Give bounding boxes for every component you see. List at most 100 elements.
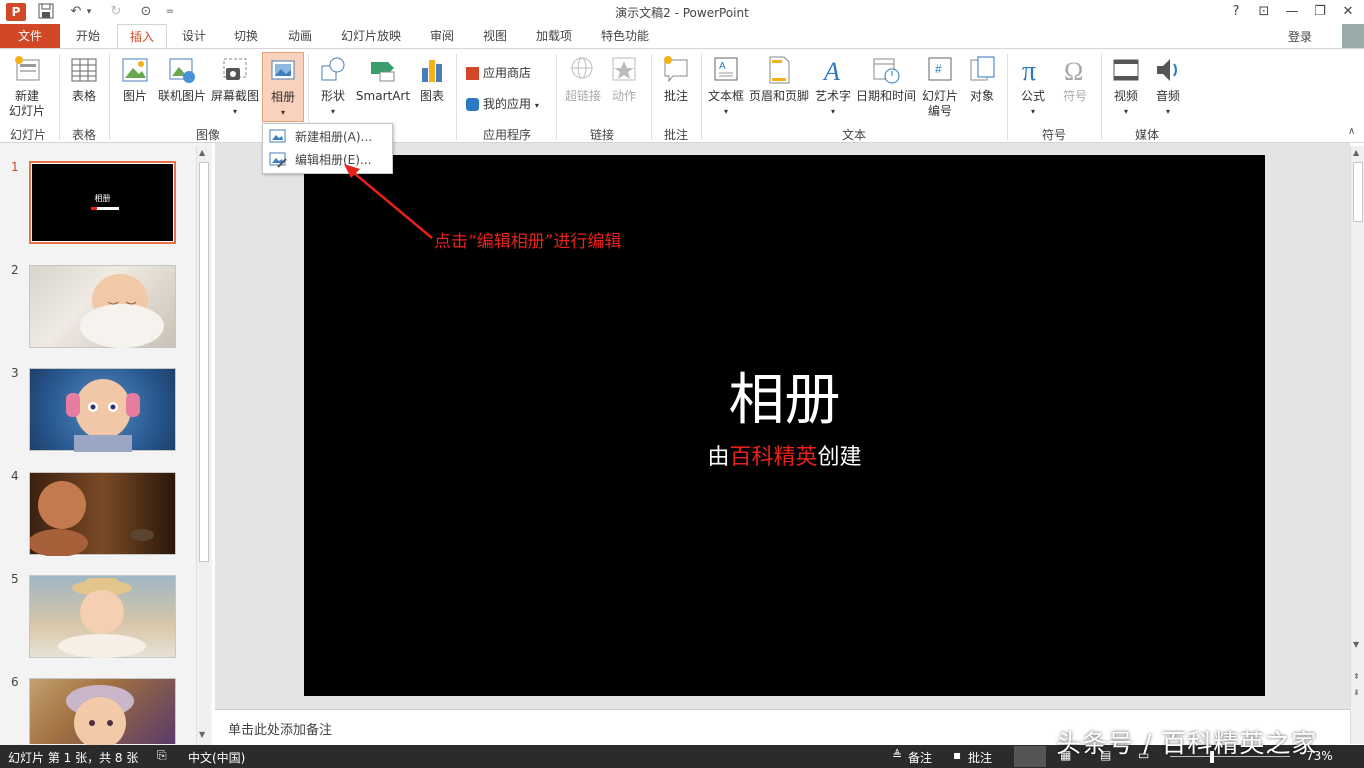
normal-view-icon[interactable] [1014,746,1046,767]
picture-button[interactable]: 图片 [116,54,154,104]
spell-check-icon[interactable]: ⎘ [157,748,167,763]
wordart-icon: A [822,57,840,86]
comments-toggle[interactable]: 批注 [968,749,992,766]
tab-slideshow[interactable]: 幻灯片放映 [334,24,408,48]
slide-number-icon: # [928,57,952,81]
group-label-slides: 幻灯片 [9,128,46,142]
next-slide-icon[interactable]: ⇟ [1353,688,1360,697]
previous-slide-icon[interactable]: ⇞ [1353,672,1360,681]
app-store-button[interactable]: 应用商店 [466,64,531,81]
ribbon-separator [1101,54,1102,140]
smartart-button[interactable]: SmartArt [355,54,411,104]
comment-button[interactable]: 批注 [656,54,696,104]
tab-special-features[interactable]: 特色功能 [594,24,656,48]
notes-placeholder[interactable]: 单击此处添加备注 [228,719,332,738]
video-button[interactable]: 视频 ▾ [1106,54,1146,119]
tab-review[interactable]: 审阅 [420,24,464,48]
chart-button[interactable]: 图表 [414,54,450,104]
shapes-label: 形状 [320,89,345,103]
picture-icon [122,58,148,82]
object-button[interactable]: 对象 [964,54,1000,104]
scrollbar-thumb[interactable] [199,162,209,562]
my-apps-button[interactable]: 我的应用 ▾ [466,95,539,112]
group-label-comments: 批注 [663,128,688,142]
new-slide-label: 新建 幻灯片 [8,89,45,118]
equation-button[interactable]: π 公式 ▾ [1014,54,1052,119]
slide-thumbnail-6[interactable] [29,678,176,749]
object-icon [970,56,995,81]
textbox-button[interactable]: A 文本框 ▾ [706,54,746,119]
slide-count-status[interactable]: 幻灯片 第 1 张，共 8 张 [8,749,138,766]
audio-label: 音频 [1155,89,1180,103]
ribbon-separator [1007,54,1008,140]
ribbon-display-button[interactable]: ⊡ [1252,2,1276,22]
language-status[interactable]: 中文(中国) [188,749,245,766]
slide-thumbnail-4[interactable] [28,472,176,557]
menu-item-new-album[interactable]: 新建相册(A)... [265,126,391,148]
collapse-ribbon-icon[interactable]: ∧ [1348,126,1355,137]
tab-insert[interactable]: 插入 [117,24,167,49]
tab-design[interactable]: 设计 [172,24,216,48]
datetime-button[interactable]: 日期和时间 [855,54,917,104]
help-button[interactable]: ? [1224,2,1248,22]
table-label: 表格 [71,89,96,103]
notes-icon: ≜ [892,748,903,762]
tab-animations[interactable]: 动画 [278,24,322,48]
screenshot-icon [223,58,247,80]
slide-number: 3 [11,366,19,380]
tab-file[interactable]: 文件 [0,24,60,48]
slide-thumbnail-1[interactable]: 相册 [29,161,176,244]
album-button[interactable]: 相册 ▾ [262,52,304,122]
scrollbar-thumb[interactable] [1353,162,1363,222]
slide-number-button[interactable]: # 幻灯片 编号 [919,54,961,119]
header-footer-label: 页眉和页脚 [748,89,809,103]
tab-home[interactable]: 开始 [66,24,110,48]
slide-scrollbar[interactable]: ▲ ▼ ⇞ ⇟ [1350,146,1364,744]
close-button[interactable]: ✕ [1336,2,1360,22]
sign-in-link[interactable]: 登录 [1288,28,1312,45]
subtitle-suffix: 创建 [817,445,862,470]
action-icon [612,57,636,81]
online-picture-button[interactable]: 联机图片 [157,54,207,104]
scroll-up-icon[interactable]: ▲ [1353,148,1359,157]
omega-icon: Ω [1064,57,1083,86]
slide-thumbnail-3[interactable] [29,368,176,452]
audio-button[interactable]: 音频 ▾ [1148,54,1188,119]
textbox-icon: A [714,57,738,81]
header-footer-button[interactable]: 页眉和页脚 [748,54,810,104]
slide-number: 6 [11,675,19,689]
scroll-down-icon[interactable]: ▼ [1353,640,1359,649]
user-avatar[interactable] [1342,24,1364,48]
thumbnail-scrollbar[interactable]: ▲ ▼ [196,146,210,744]
symbol-button[interactable]: Ω 符号 [1056,54,1094,104]
screenshot-button[interactable]: 屏幕截图 ▾ [209,54,261,119]
hyperlink-label: 超链接 [564,89,601,103]
slide-thumbnail-2[interactable] [29,265,176,348]
subtitle-highlight: 百科精英 [729,445,818,470]
shapes-icon [321,57,345,81]
scroll-down-icon[interactable]: ▼ [199,730,205,739]
new-slide-button[interactable]: 新建 幻灯片 [2,54,52,119]
online-picture-icon [169,58,195,83]
baby-photo [80,274,164,348]
slide-thumbnail-5[interactable] [29,575,176,658]
tab-transitions[interactable]: 切换 [224,24,268,48]
action-button[interactable]: 动作 [606,54,642,104]
tab-view[interactable]: 视图 [473,24,517,48]
slide-subtitle[interactable]: 由百科精英创建 [304,439,1265,471]
annotation-text: 点击“编辑相册”进行编辑 [434,232,622,252]
album-label: 相册 [270,90,295,104]
minimize-button[interactable]: — [1280,2,1304,22]
table-button[interactable]: 表格 [64,54,104,104]
scroll-up-icon[interactable]: ▲ [199,148,205,157]
shapes-button[interactable]: 形状 ▾ [313,54,353,119]
hyperlink-button[interactable]: 超链接 [562,54,604,104]
slide-number: 4 [11,469,19,483]
video-icon [1113,59,1139,81]
slide-title[interactable]: 相册 [304,355,1265,436]
restore-button[interactable]: ❐ [1308,2,1332,22]
group-label-apps: 应用程序 [482,128,531,142]
notes-toggle[interactable]: 备注 [908,749,932,766]
wordart-button[interactable]: A 艺术字 ▾ [812,54,854,119]
tab-addins[interactable]: 加载项 [528,24,580,48]
